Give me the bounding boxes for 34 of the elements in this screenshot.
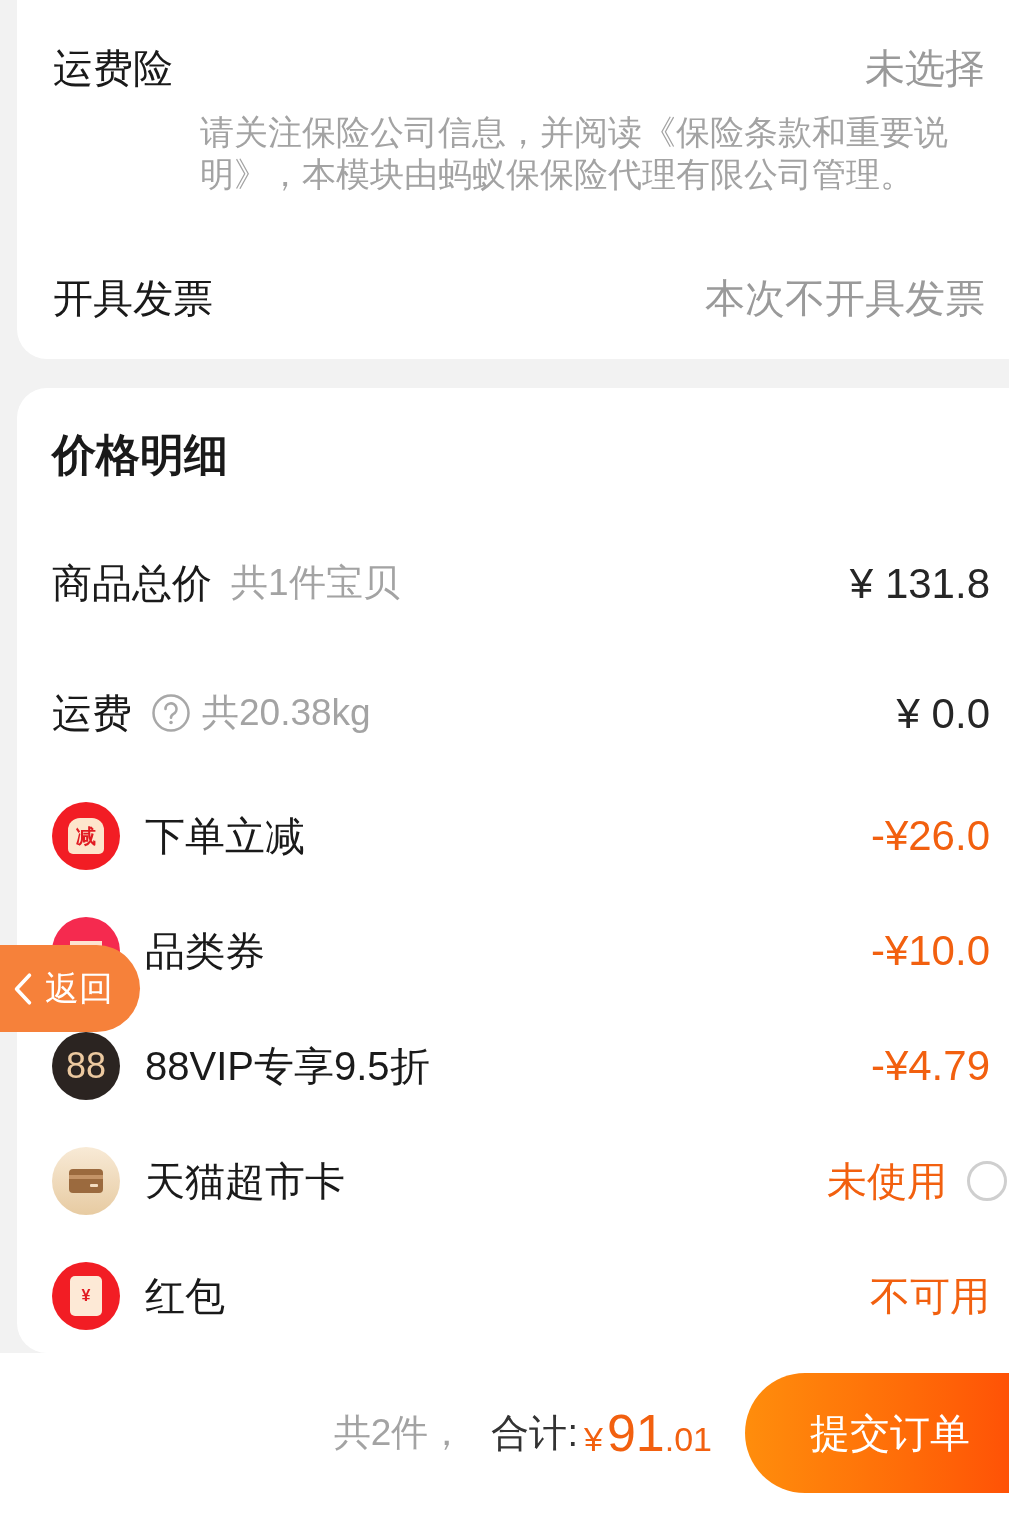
option-label: 开具发票 bbox=[53, 275, 213, 322]
price-label: 天猫超市卡 bbox=[145, 1157, 345, 1205]
price-amount: ¥ 131.8 bbox=[849, 558, 990, 609]
envelope-symbol: ¥ bbox=[70, 1275, 102, 1316]
back-button[interactable]: 返回 bbox=[0, 945, 140, 1032]
price-detail: 共20.38kg bbox=[202, 691, 371, 736]
total-label: 合计: bbox=[491, 1410, 578, 1456]
price-label: 88VIP专享9.5折 bbox=[145, 1042, 430, 1090]
option-label: 运费险 bbox=[53, 45, 173, 92]
price-label: 下单立减 bbox=[145, 812, 305, 860]
section-title: 价格明细 bbox=[52, 429, 229, 481]
total-price: ¥91.01 bbox=[583, 1407, 712, 1459]
option-value: 未选择 bbox=[865, 45, 985, 92]
price-status: 不可用 bbox=[870, 1272, 990, 1320]
option-value: 本次不开具发票 bbox=[705, 275, 985, 322]
price-amount: -¥4.79 bbox=[870, 1041, 990, 1091]
vip-badge: 88 bbox=[52, 1031, 120, 1100]
card-icon bbox=[52, 1146, 120, 1215]
price-amount: ¥ 0.0 bbox=[896, 688, 990, 739]
price-label: 红包 bbox=[145, 1272, 225, 1320]
price-label: 商品总价 bbox=[52, 560, 212, 607]
submit-order-button[interactable]: 提交订单 bbox=[745, 1373, 1009, 1493]
price-status: 未使用 bbox=[827, 1157, 947, 1205]
reduction-symbol: 减 bbox=[68, 817, 104, 854]
price-label: 运费 bbox=[52, 690, 132, 737]
price-amount: -¥10.0 bbox=[870, 926, 990, 976]
help-icon[interactable] bbox=[152, 694, 190, 732]
price-amount: -¥26.0 bbox=[870, 811, 990, 861]
radio-button[interactable] bbox=[967, 1160, 1007, 1201]
price-detail: 共1件宝贝 bbox=[231, 561, 400, 606]
item-count: 共2件， bbox=[333, 1411, 466, 1456]
price-label: 品类券 bbox=[145, 927, 265, 975]
insurance-notice: 请关注保险公司信息，并阅读《保险条款和重要说明》，本模块由蚂蚁保保险代理有限公司管理。 bbox=[200, 112, 949, 195]
chevron-left-icon bbox=[12, 971, 34, 1006]
